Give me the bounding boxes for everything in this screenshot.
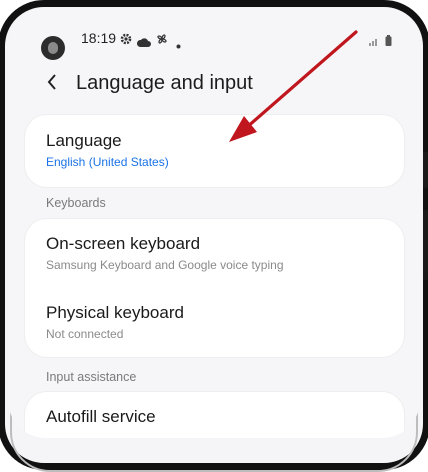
language-title: Language [46,131,122,150]
section-header-keyboards: Keyboards [46,196,106,210]
section-header-input-assistance: Input assistance [46,370,137,384]
language-card: Language English (United States) [25,115,404,187]
physical-keyboard-title: Physical keyboard [46,303,184,322]
language-item[interactable]: Language English (United States) [46,131,388,169]
header: Language and input [8,64,420,104]
language-value: English (United States) [46,155,169,169]
autofill-service-title: Autofill service [46,407,156,426]
physical-keyboard-subtitle: Not connected [46,327,124,341]
autofill-service-item[interactable]: Autofill service [46,407,388,427]
status-right [369,33,392,51]
fan-icon [156,32,168,50]
battery-icon [385,33,392,51]
input-assistance-card: Autofill service [25,392,404,438]
keyboards-card: On-screen keyboard Samsung Keyboard and … [25,219,404,357]
gear-icon [120,32,132,50]
back-button[interactable] [40,72,64,96]
status-time: 18:19 [81,30,117,46]
physical-keyboard-item[interactable]: Physical keyboard Not connected [46,303,388,341]
chevron-left-icon [46,73,58,96]
signal-icon [369,33,379,51]
on-screen-keyboard-title: On-screen keyboard [46,234,201,253]
on-screen-keyboard-item[interactable]: On-screen keyboard Samsung Keyboard and … [46,234,388,272]
page-title: Language and input [76,72,253,94]
front-camera [41,36,65,60]
volume-button [423,152,428,188]
power-button [423,210,428,280]
status-bar: 18:19 [8,8,420,60]
on-screen-keyboard-subtitle: Samsung Keyboard and Google voice typing [46,258,284,272]
dot-icon [176,36,181,54]
cloud-icon [136,34,151,52]
screen: 18:19 Language and input Language Englis… [8,8,420,438]
